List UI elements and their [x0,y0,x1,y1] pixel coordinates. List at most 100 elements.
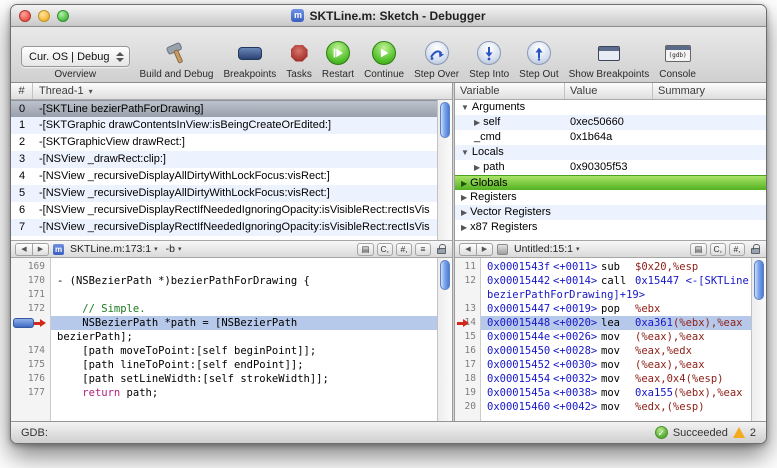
line-number[interactable]: 16 [455,344,481,358]
markers-button[interactable]: ≡ [415,243,431,256]
file-history-popup[interactable]: SKTLine.m:173:1 ▾ [68,243,160,255]
line-number[interactable]: 175 [11,358,51,372]
disassembly-line[interactable]: 110x0001543f<+0011>sub$0x20,%esp [455,260,751,274]
variable-row[interactable]: ▶Vector Registers [455,205,766,220]
disassembly-scrollbar[interactable] [751,258,766,421]
stack-frame-row[interactable]: 0-[SKTLine bezierPathForDrawing] [11,100,437,117]
build-status[interactable]: ✓ Succeeded 2 [655,426,756,439]
variable-row[interactable]: ▶x87 Registers [455,220,766,235]
zoom-button[interactable] [57,10,69,22]
variable-row[interactable]: ▶Registers [455,190,766,205]
scrollbar-thumb[interactable] [440,102,450,138]
line-number[interactable] [455,288,481,302]
source-line[interactable]: 172 // Simple. [11,302,437,316]
stack-frame-row[interactable]: 6-[NSView _recursiveDisplayRectIfNeededI… [11,202,437,219]
disclosure-closed-icon[interactable]: ▶ [474,160,480,175]
disclosure-open-icon[interactable]: ▼ [461,100,469,115]
stack-frame-row[interactable]: 2-[SKTGraphicView drawRect:] [11,134,437,151]
source-line[interactable]: 175 [path lineToPoint:[self endPoint]]; [11,358,437,372]
step-out-button[interactable]: Step Out [519,30,558,80]
build-and-debug-button[interactable]: Build and Debug [140,30,214,80]
disclosure-closed-icon[interactable]: ▶ [461,205,467,220]
line-number[interactable]: 14 [455,316,481,330]
disassembly-area[interactable]: 110x0001543f<+0011>sub$0x20,%esp120x0001… [455,258,751,421]
line-number[interactable]: 18 [455,372,481,386]
breakpoint-marker[interactable] [13,318,34,328]
counterparts-button[interactable]: C, [710,243,727,256]
variable-row[interactable]: ▼Arguments [455,100,766,115]
tasks-button[interactable]: Tasks [286,30,312,80]
line-number[interactable]: 177 [11,386,51,400]
lock-button[interactable] [748,242,762,256]
disassembly-line[interactable]: 130x00015447<+0019>pop%ebx [455,302,751,316]
line-number[interactable]: 15 [455,330,481,344]
disclosure-open-icon[interactable]: ▼ [461,145,469,160]
back-button[interactable]: ◀ [15,243,32,256]
line-number[interactable]: 172 [11,302,51,316]
show-breakpoints-button[interactable]: Show Breakpoints [569,30,650,80]
disassembly-line[interactable]: 140x00015448<+0020>lea0xa361(%ebx),%eax [455,316,751,330]
line-number[interactable]: 176 [11,372,51,386]
variable-row[interactable]: ▶path0x90305f53 [455,160,766,175]
disassembly-line[interactable]: 170x00015452<+0030>mov(%eax),%eax [455,358,751,372]
step-into-button[interactable]: Step Into [469,30,509,80]
variable-row[interactable]: ▼Locals [455,145,766,160]
back-button[interactable]: ◀ [459,243,476,256]
forward-button[interactable]: ▶ [32,243,49,256]
variable-row[interactable]: _cmd0x1b64a [455,130,766,145]
disassembly-line[interactable]: 180x00015454<+0032>mov%eax,0x4(%esp) [455,372,751,386]
line-number[interactable]: 170 [11,274,51,288]
file-history-popup[interactable]: Untitled:15:1 ▾ [512,243,581,255]
disassembly-line[interactable]: 190x0001545a<+0038>mov0xa155(%ebx),%eax [455,386,751,400]
overview-dropdown[interactable]: Cur. OS | Debug [21,46,130,67]
includes-button[interactable]: #, [729,243,745,256]
source-code-area[interactable]: 169170- (NSBezierPath *)bezierPathForDra… [11,258,437,421]
stack-frame-row[interactable]: 7-[NSView _recursiveDisplayRectIfNeededI… [11,219,437,236]
includes-button[interactable]: #, [396,243,412,256]
disassembly-line[interactable]: bezierPathForDrawing]+19> [455,288,751,302]
bookmarks-button[interactable]: ▤ [357,243,373,256]
disclosure-closed-icon[interactable]: ▶ [461,176,467,190]
source-line[interactable]: 169 [11,260,437,274]
source-line[interactable]: 176 [path setLineWidth:[self strokeWidth… [11,372,437,386]
stack-scrollbar[interactable] [437,100,452,240]
stack-frame-row[interactable]: 3-[NSView _drawRect:clip:] [11,151,437,168]
line-number[interactable]: 169 [11,260,51,274]
bookmarks-button[interactable]: ▤ [690,243,706,256]
variable-row[interactable]: ▶self0xec50660 [455,115,766,130]
disassembly-line[interactable]: 120x00015442<+0014>call0x15447 <-[SKTLin… [455,274,751,288]
disclosure-closed-icon[interactable]: ▶ [474,115,480,130]
breakpoint-gutter-cell[interactable] [11,316,51,330]
continue-button[interactable]: Continue [364,30,404,80]
disclosure-closed-icon[interactable]: ▶ [461,190,467,205]
scrollbar-thumb[interactable] [754,260,764,300]
restart-button[interactable]: Restart [322,30,354,80]
breakpoints-button[interactable]: Breakpoints [223,30,276,80]
lock-button[interactable] [434,242,448,256]
line-number[interactable]: 20 [455,400,481,414]
scrollbar-thumb[interactable] [440,260,450,290]
thread-popup[interactable]: Thread-1 ▾ [33,85,452,97]
stack-frame-row[interactable]: 4-[NSView _recursiveDisplayAllDirtyWithL… [11,168,437,185]
variable-row[interactable]: ▶Globals [455,175,766,190]
source-line[interactable]: bezierPath]; [11,330,437,344]
line-number[interactable]: 171 [11,288,51,302]
forward-button[interactable]: ▶ [476,243,493,256]
editor-scrollbar[interactable] [437,258,452,421]
disclosure-closed-icon[interactable]: ▶ [461,220,467,235]
counterparts-button[interactable]: C, [377,243,394,256]
stack-frame-row[interactable]: 1-[SKTGraphic drawContentsInView:isBeing… [11,117,437,134]
minimize-button[interactable] [38,10,50,22]
line-number[interactable]: 11 [455,260,481,274]
close-button[interactable] [19,10,31,22]
source-line[interactable]: 171 [11,288,437,302]
source-line[interactable]: 177 return path; [11,386,437,400]
line-number[interactable]: 19 [455,386,481,400]
console-button[interactable]: (gdb) Console [659,30,696,80]
source-line[interactable]: 170- (NSBezierPath *)bezierPathForDrawin… [11,274,437,288]
disassembly-line[interactable]: 150x0001544e<+0026>mov(%eax),%eax [455,330,751,344]
line-number[interactable]: 17 [455,358,481,372]
symbol-popup[interactable]: -b ▾ [164,243,184,255]
line-number[interactable]: 174 [11,344,51,358]
disassembly-line[interactable]: 160x00015450<+0028>mov%eax,%edx [455,344,751,358]
